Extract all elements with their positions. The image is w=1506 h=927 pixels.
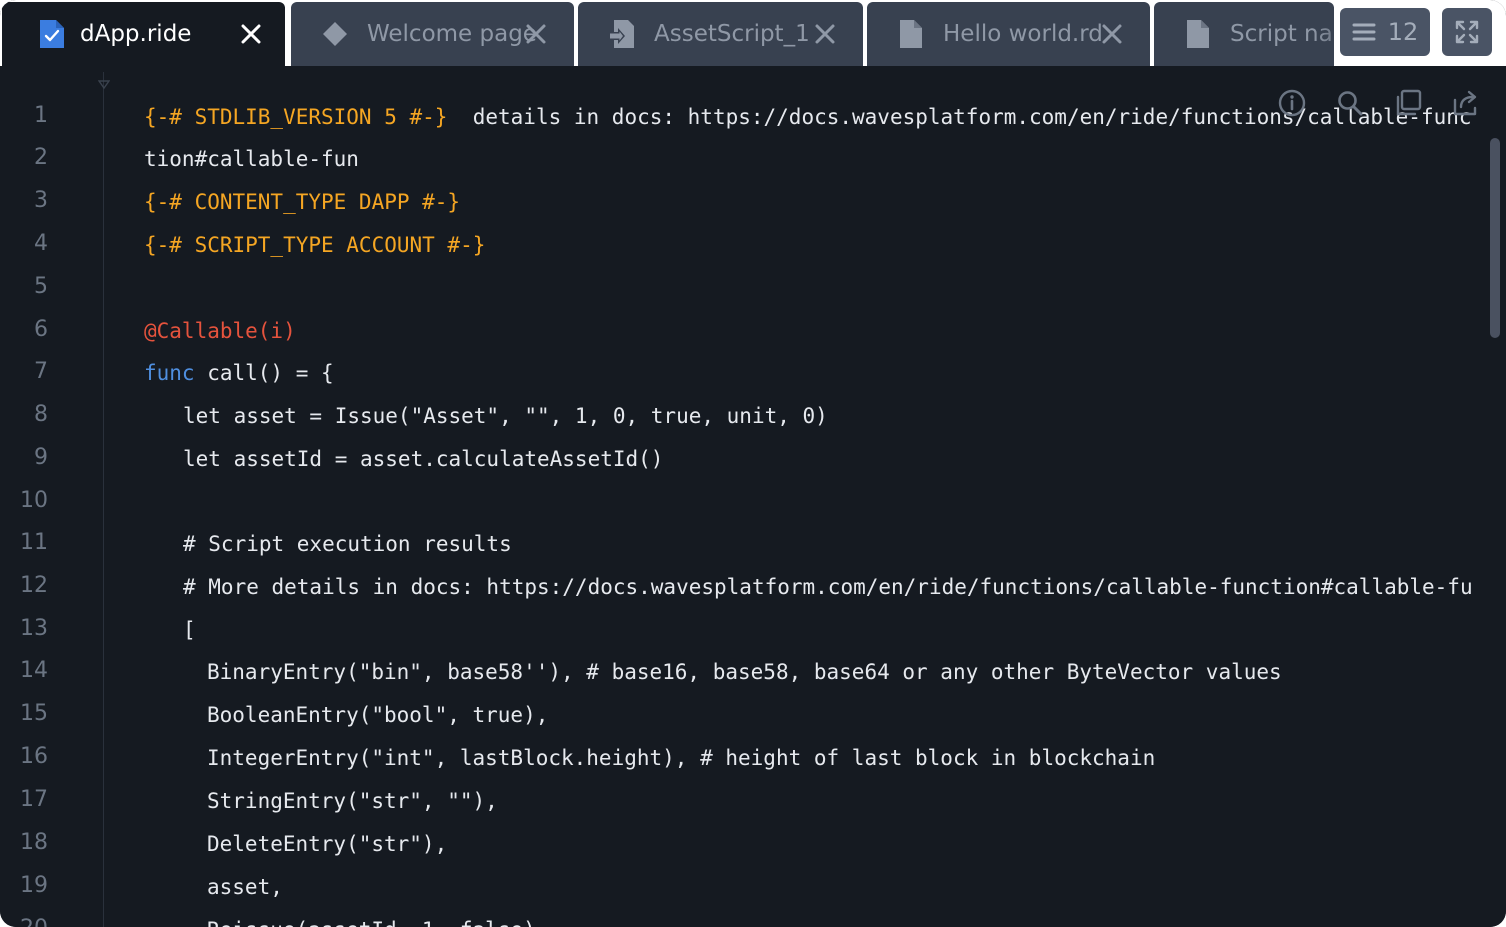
file-icon [900, 20, 922, 48]
asset-script-icon [608, 20, 634, 48]
code-line[interactable]: {-# SCRIPT_TYPE ACCOUNT #-} [144, 230, 1486, 260]
code-token-plain: tion#callable-fun [144, 147, 359, 171]
code-token-plain: call() = { [194, 361, 334, 385]
code-token-directive: {-# STDLIB_VERSION 5 #-} [144, 105, 448, 129]
code-line[interactable]: @Callable(i) [144, 316, 1486, 346]
code-token-plain: IntegerEntry("int", lastBlock.height), #… [207, 746, 1156, 770]
code-line[interactable]: BooleanEntry("bool", true), [207, 700, 1486, 730]
code-token-plain: let assetId = asset.calculateAssetId() [183, 447, 664, 471]
code-line[interactable]: # Script execution results [183, 529, 1486, 559]
code-token-directive: {-# CONTENT_TYPE DAPP #-} [144, 190, 461, 214]
code-line[interactable]: # More details in docs: https://docs.wav… [183, 572, 1486, 602]
share-button[interactable] [1448, 86, 1484, 120]
code-line[interactable]: {-# CONTENT_TYPE DAPP #-} [144, 187, 1486, 217]
code-token-plain: BinaryEntry("bin", base58''), # base16, … [207, 660, 1282, 684]
close-icon[interactable] [239, 22, 263, 46]
code-area[interactable]: {-# STDLIB_VERSION 5 #-} details in docs… [0, 72, 1486, 927]
code-line[interactable]: [ [183, 615, 1486, 645]
tab-label: Script name [1230, 21, 1334, 47]
code-line[interactable]: tion#callable-fun [144, 144, 1486, 174]
info-icon [1278, 89, 1306, 117]
code-token-plain: StringEntry("str", ""), [207, 789, 498, 813]
tab-count: 12 [1387, 18, 1419, 46]
info-button[interactable] [1274, 86, 1310, 120]
share-icon [1453, 90, 1477, 116]
code-editor[interactable]: 1234567891011121314151617181920 {-# STDL… [0, 72, 1506, 927]
tab-dapp-ride[interactable]: dApp.ride [2, 2, 285, 66]
code-line[interactable] [144, 273, 1486, 303]
tab-bar: dApp.ride Welcome page AssetScript_1 Hel… [0, 0, 1506, 66]
tab-hello-world[interactable]: Hello world.rd [867, 2, 1150, 66]
diamond-icon [323, 22, 347, 46]
close-icon[interactable] [813, 22, 837, 46]
scrollbar-thumb[interactable] [1490, 138, 1500, 338]
code-line[interactable]: let assetId = asset.calculateAssetId() [183, 444, 1486, 474]
search-button[interactable] [1332, 86, 1368, 120]
code-line[interactable]: IntegerEntry("int", lastBlock.height), #… [207, 743, 1486, 773]
code-line[interactable]: asset, [207, 872, 1486, 902]
tab-label: Welcome page [367, 21, 537, 47]
code-line[interactable]: Reissue(assetId, 1, false) [207, 915, 1486, 927]
code-line[interactable]: func call() = { [144, 358, 1486, 388]
tab-assetscript-1[interactable]: AssetScript_1 [578, 2, 863, 66]
file-icon [1187, 20, 1209, 48]
copy-button[interactable] [1390, 86, 1426, 120]
tab-label: Hello world.rd [943, 21, 1103, 47]
code-line[interactable]: StringEntry("str", ""), [207, 786, 1486, 816]
close-icon[interactable] [524, 22, 548, 46]
ide-window: dApp.ride Welcome page AssetScript_1 Hel… [0, 0, 1506, 927]
tab-welcome-page[interactable]: Welcome page [291, 2, 574, 66]
close-icon[interactable] [1100, 22, 1124, 46]
code-token-plain: Reissue(assetId, 1, false) [207, 918, 536, 927]
search-icon [1338, 91, 1363, 116]
editor-toolbar [1274, 86, 1496, 120]
code-token-plain: asset, [207, 875, 283, 899]
code-token-plain: # Script execution results [183, 532, 512, 556]
code-token-plain: [ [183, 618, 196, 642]
copy-icon [1396, 89, 1422, 116]
code-line[interactable]: let asset = Issue("Asset", "", 1, 0, tru… [183, 401, 1486, 431]
code-line[interactable]: BinaryEntry("bin", base58''), # base16, … [207, 657, 1486, 687]
tab-label: dApp.ride [80, 21, 192, 47]
list-icon [1352, 23, 1376, 41]
tab-label: AssetScript_1 [654, 21, 810, 47]
open-tabs-counter-button[interactable]: 12 [1340, 8, 1430, 56]
code-token-plain: let asset = Issue("Asset", "", 1, 0, tru… [183, 404, 828, 428]
code-token-plain: BooleanEntry("bool", true), [207, 703, 549, 727]
code-token-keyword: func [144, 361, 195, 385]
fullscreen-button[interactable] [1442, 8, 1492, 56]
code-token-plain: DeleteEntry("str"), [207, 832, 448, 856]
code-token-directive: {-# SCRIPT_TYPE ACCOUNT #-} [144, 233, 486, 257]
ride-file-icon [40, 20, 64, 48]
code-token-plain: # More details in docs: https://docs.wav… [183, 575, 1473, 599]
fullscreen-icon [1455, 20, 1479, 44]
tab-script-name[interactable]: Script name [1154, 2, 1334, 66]
code-token-annotation: @Callable(i) [144, 319, 296, 343]
code-line[interactable] [183, 487, 1486, 517]
code-line[interactable]: DeleteEntry("str"), [207, 829, 1486, 859]
